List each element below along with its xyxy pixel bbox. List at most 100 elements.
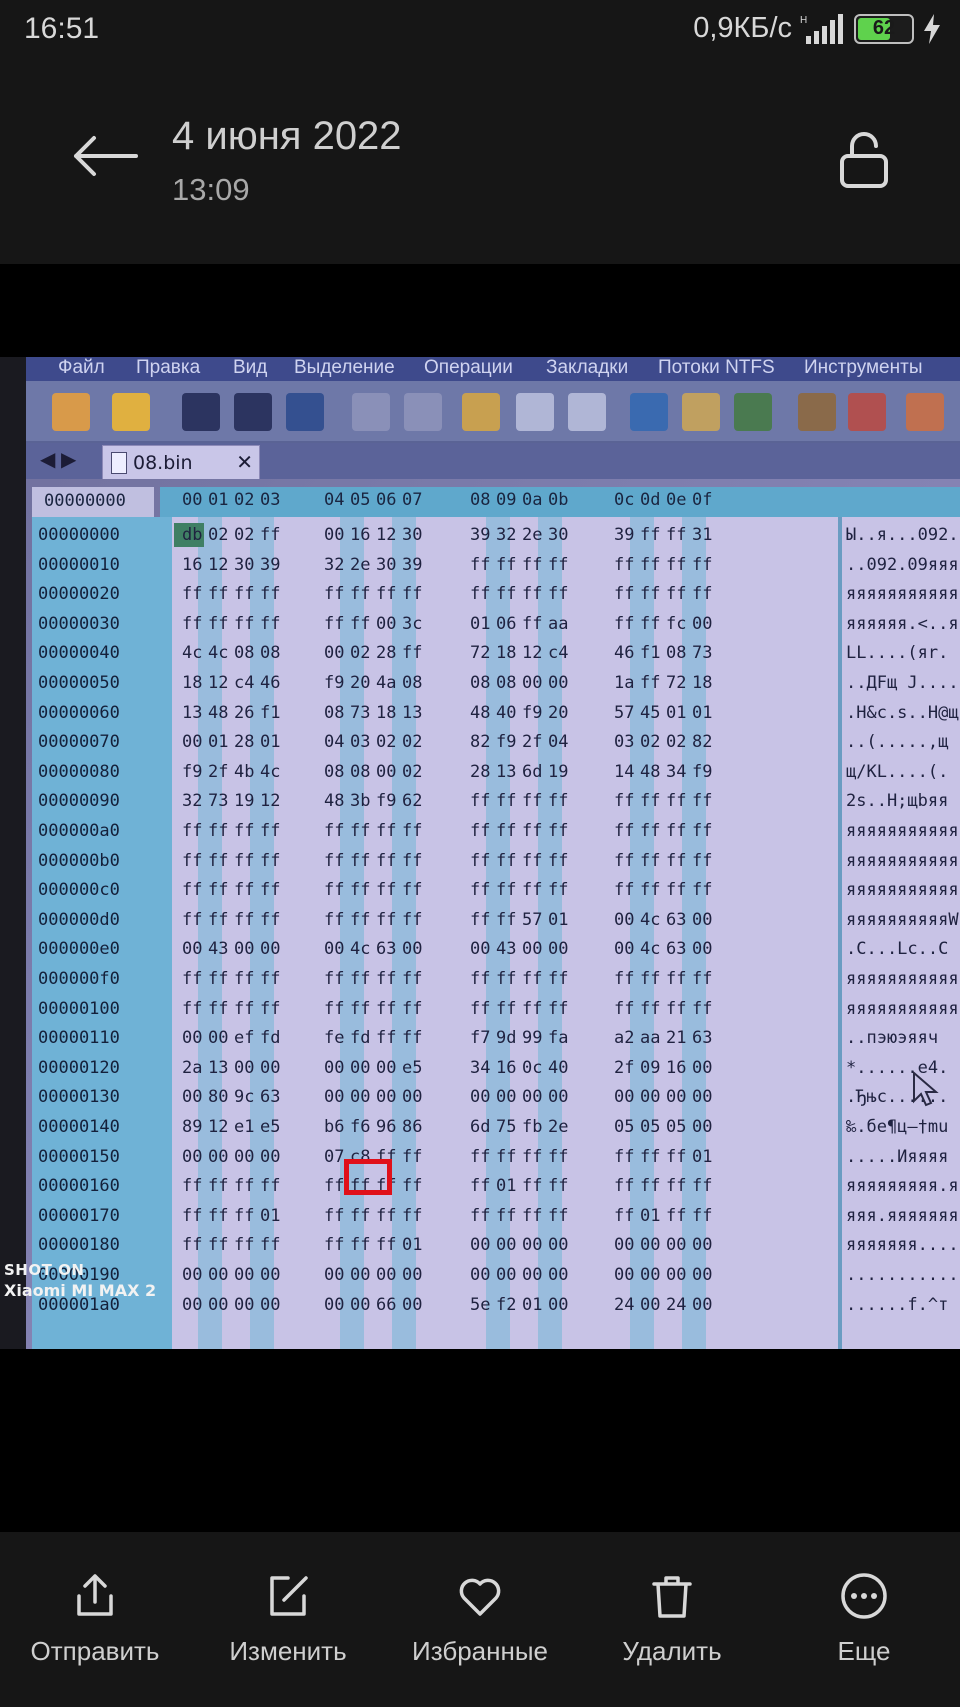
hex-byte: ff (496, 850, 517, 871)
hex-byte: 01 (692, 702, 713, 723)
hex-byte: 00 (182, 939, 203, 960)
hex-byte: ff (376, 1205, 397, 1226)
share-label: Отправить (30, 1636, 160, 1666)
more-button[interactable]: Еще (769, 1572, 959, 1682)
hex-byte: ff (496, 998, 517, 1019)
hex-editor-tabbar: ◀ ▶ 08.bin ✕ (26, 443, 960, 479)
menu-selection: Выделение (294, 357, 395, 378)
hex-byte: ff (350, 1235, 371, 1256)
hex-byte: ff (548, 554, 569, 575)
hex-byte: f2 (496, 1294, 517, 1315)
status-indicators: 0,9КБ/с H 62 (693, 12, 942, 45)
highlight-box (344, 1159, 392, 1195)
hex-byte: ff (376, 969, 397, 989)
hex-byte: ff (640, 850, 661, 871)
favorite-button[interactable]: Избранные (385, 1572, 575, 1682)
hex-byte: 00 (324, 1265, 345, 1285)
hex-byte: e5 (402, 1057, 423, 1078)
hex-byte: 99 (522, 1028, 543, 1049)
hex-byte: ff (496, 554, 517, 575)
tab-file-label: 08.bin (133, 452, 193, 474)
hex-byte: 39 (470, 525, 491, 545)
hex-byte: 6d (522, 761, 543, 782)
hex-byte: 63 (260, 1087, 281, 1108)
hex-byte: ff (614, 1176, 635, 1197)
hex-byte: ff (324, 1205, 345, 1226)
hex-byte: ff (234, 880, 255, 901)
hex-byte: 57 (522, 909, 543, 930)
hex-byte: 39 (260, 554, 281, 575)
hex-byte: db (182, 525, 203, 545)
hex-byte: ff (496, 821, 517, 841)
hex-byte: 46 (260, 673, 281, 693)
hex-byte: 00 (402, 1294, 423, 1315)
hex-byte: ff (522, 584, 543, 605)
hex-byte: ff (496, 969, 517, 989)
unlock-icon[interactable] (836, 130, 892, 190)
menu-file: Файл (58, 357, 105, 378)
hex-byte: 00 (496, 1265, 517, 1285)
hex-byte: 40 (548, 1057, 569, 1078)
hex-byte: 63 (666, 909, 687, 930)
hex-byte: 20 (350, 673, 371, 693)
menu-view: Вид (233, 357, 268, 378)
hex-byte: ff (692, 998, 713, 1019)
hex-byte: 75 (496, 1117, 517, 1137)
hex-byte: 00 (402, 939, 423, 960)
edit-button[interactable]: Изменить (193, 1572, 383, 1682)
hex-byte: ff (522, 880, 543, 901)
hex-byte: 01 (692, 1146, 713, 1167)
photo-content[interactable]: Файл Правка Вид Выделение Операции Закла… (0, 357, 960, 1349)
column-header-cell: 02 (234, 490, 255, 510)
hex-byte: 4c (260, 761, 281, 782)
hex-byte: 19 (234, 791, 255, 812)
hex-byte: 00 (692, 1265, 713, 1285)
hex-byte: 00 (522, 939, 543, 960)
menu-bookmarks: Закладки (546, 357, 629, 378)
hex-byte: 02 (640, 732, 661, 753)
hex-byte: 40 (496, 702, 517, 723)
ascii-text: яяяяяяяяяяW (846, 909, 959, 930)
hex-byte: 4c (208, 643, 229, 664)
hex-byte: ff (692, 850, 713, 871)
ascii-separator (838, 517, 842, 1349)
hex-byte: 00 (324, 1087, 345, 1108)
copy-icon (516, 393, 554, 431)
row-offset: 00000060 (38, 702, 120, 723)
more-icon (841, 1573, 887, 1619)
hex-byte: ff (182, 850, 203, 871)
hex-byte: 00 (548, 939, 569, 960)
hex-byte: 08 (324, 761, 345, 782)
hex-byte: ff (614, 880, 635, 901)
ascii-text: яяяяяяяяяяя (846, 584, 959, 605)
network-type: H (800, 15, 807, 26)
hex-byte: ff (324, 998, 345, 1019)
hex-byte: ff (260, 880, 281, 901)
hex-byte: ff (496, 909, 517, 930)
arrow-left-icon[interactable] (68, 132, 140, 180)
hex-byte: 16 (182, 554, 203, 575)
hex-byte: 5e (470, 1294, 491, 1315)
delete-button[interactable]: Удалить (577, 1572, 767, 1682)
hex-byte: ff (402, 1028, 423, 1049)
ascii-text: 2s..H;щbяя (846, 791, 949, 812)
hex-byte: ef (234, 1028, 255, 1049)
hex-byte: ff (470, 821, 491, 841)
ascii-text: яяяяяяяяяяя (846, 821, 959, 841)
hex-byte: 00 (350, 1265, 371, 1285)
hex-byte: 34 (470, 1057, 491, 1078)
row-offset: 00000090 (38, 791, 120, 812)
share-button[interactable]: Отправить (0, 1572, 190, 1682)
photo-date: 4 июня 2022 (172, 114, 402, 158)
column-header-cell: 04 (324, 490, 345, 510)
hex-byte: ff (548, 584, 569, 605)
hex-byte: 05 (666, 1117, 687, 1137)
hex-byte: ff (666, 1176, 687, 1197)
hex-byte: ff (350, 909, 371, 930)
trash-icon (652, 1576, 692, 1618)
hex-byte: 2e (548, 1117, 569, 1137)
hex-byte: ff (350, 850, 371, 871)
hex-byte: 3c (402, 613, 423, 634)
hex-byte: ff (640, 998, 661, 1019)
hex-byte: 00 (666, 1087, 687, 1108)
